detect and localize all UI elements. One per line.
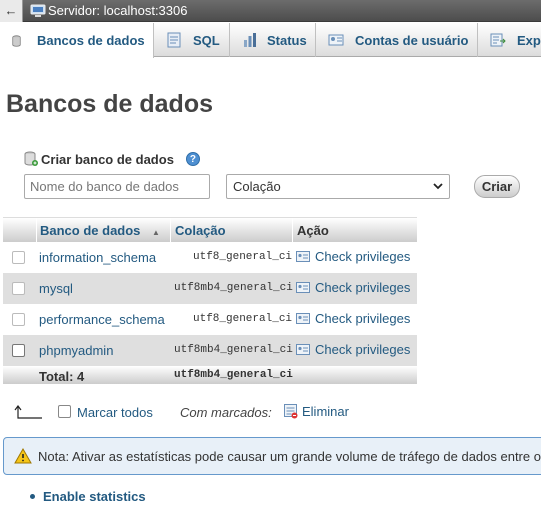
tab-databases-label: Bancos de dados: [37, 33, 145, 48]
check-privileges-label: Check privileges: [315, 311, 411, 326]
table-row: performance_schema utf8_general_ci Check…: [3, 304, 417, 335]
tab-status-label: Status: [267, 32, 307, 48]
page-title: Bancos de dados: [6, 90, 213, 118]
tab-export-label: Exp: [517, 32, 541, 48]
statistics-notice-text: Nota: Ativar as estatísticas pode causar…: [38, 448, 541, 464]
column-header-collation[interactable]: Colação: [175, 223, 226, 238]
sql-icon: [167, 32, 181, 48]
statistics-notice: Nota: Ativar as estatísticas pode causar…: [3, 437, 541, 475]
main-tab-bar: Bancos de dados SQL Status Contas de usu…: [0, 23, 541, 58]
help-icon[interactable]: ?: [185, 152, 200, 166]
privileges-icon: [296, 251, 310, 262]
column-header-database[interactable]: Banco de dados ▲: [40, 223, 160, 238]
column-header-database-label: Banco de dados: [40, 223, 141, 238]
table-row: information_schema utf8_general_ci Check…: [3, 242, 417, 273]
collation-select-value: Colação: [233, 179, 281, 194]
row-collation: utf8mb4_general_ci: [174, 344, 293, 356]
total-collation: utf8mb4_general_ci: [174, 369, 293, 381]
database-icon: [12, 34, 21, 47]
row-checkbox[interactable]: [12, 344, 25, 357]
check-privileges-link[interactable]: Check privileges: [296, 249, 410, 264]
table-header-row: Banco de dados ▲ Colação Ação: [3, 217, 417, 243]
drop-button[interactable]: Eliminar: [284, 404, 349, 419]
tab-status[interactable]: Status: [230, 23, 316, 57]
server-breadcrumb-bar: ← Servidor: localhost:3306: [0, 0, 541, 22]
create-database-label: Criar banco de dados: [41, 151, 174, 167]
create-database-icon: [24, 151, 38, 166]
check-privileges-label: Check privileges: [315, 249, 411, 264]
drop-database-icon: [284, 404, 298, 419]
user-accounts-icon: [328, 34, 344, 46]
privileges-icon: [296, 313, 310, 324]
server-label[interactable]: Servidor: localhost:3306: [48, 3, 187, 18]
database-name-link[interactable]: mysql: [39, 281, 73, 296]
tab-user-accounts-label: Contas de usuário: [355, 32, 469, 48]
row-collation: utf8mb4_general_ci: [174, 282, 293, 294]
drop-label: Eliminar: [302, 404, 349, 419]
column-header-action: Ação: [297, 223, 329, 238]
create-button[interactable]: Criar: [474, 175, 520, 198]
check-privileges-link[interactable]: Check privileges: [296, 342, 410, 357]
create-database-heading: Criar banco de dados ?: [24, 151, 200, 167]
database-name-link[interactable]: information_schema: [39, 250, 156, 265]
tab-sql-label: SQL: [193, 32, 220, 48]
database-name-link[interactable]: phpmyadmin: [39, 343, 113, 358]
row-collation: utf8_general_ci: [193, 251, 293, 263]
chevron-down-icon: [433, 183, 443, 190]
enable-statistics-link[interactable]: Enable statistics: [43, 489, 146, 504]
tab-user-accounts[interactable]: Contas de usuário: [316, 23, 478, 57]
warning-icon: [14, 448, 32, 464]
check-all-label[interactable]: Marcar todos: [77, 405, 153, 420]
tab-export[interactable]: Exp: [478, 23, 541, 57]
check-privileges-label: Check privileges: [315, 280, 411, 295]
tab-databases[interactable]: Bancos de dados: [0, 23, 154, 58]
bullet-icon: [30, 494, 35, 499]
row-checkbox[interactable]: [12, 313, 25, 326]
database-name-link[interactable]: performance_schema: [39, 312, 165, 327]
enable-statistics-item: Enable statistics: [30, 489, 146, 504]
table-row: phpmyadmin utf8mb4_general_ci Check priv…: [3, 335, 417, 366]
export-icon: [490, 33, 506, 47]
check-all-checkbox[interactable]: [58, 405, 71, 418]
check-privileges-link[interactable]: Check privileges: [296, 280, 410, 295]
check-privileges-label: Check privileges: [315, 342, 411, 357]
collation-select[interactable]: Colação: [226, 174, 450, 199]
tab-sql[interactable]: SQL: [154, 23, 230, 57]
row-collation: utf8_general_ci: [193, 313, 293, 325]
total-count: Total: 4: [39, 369, 85, 384]
table-row: mysql utf8mb4_general_ci Check privilege…: [3, 273, 417, 304]
sort-ascending-icon: ▲: [152, 228, 160, 237]
status-icon: [244, 33, 256, 47]
database-name-input[interactable]: [24, 174, 210, 199]
with-selected-label: Com marcados:: [180, 405, 272, 420]
arrow-up-left-icon: [14, 405, 42, 419]
privileges-icon: [296, 344, 310, 355]
row-checkbox[interactable]: [12, 282, 25, 295]
row-checkbox[interactable]: [12, 251, 25, 264]
check-privileges-link[interactable]: Check privileges: [296, 311, 410, 326]
privileges-icon: [296, 282, 310, 293]
server-icon: [30, 4, 46, 17]
table-total-row: Total: 4 utf8mb4_general_ci: [3, 366, 417, 384]
back-arrow-button[interactable]: ←: [0, 0, 23, 22]
